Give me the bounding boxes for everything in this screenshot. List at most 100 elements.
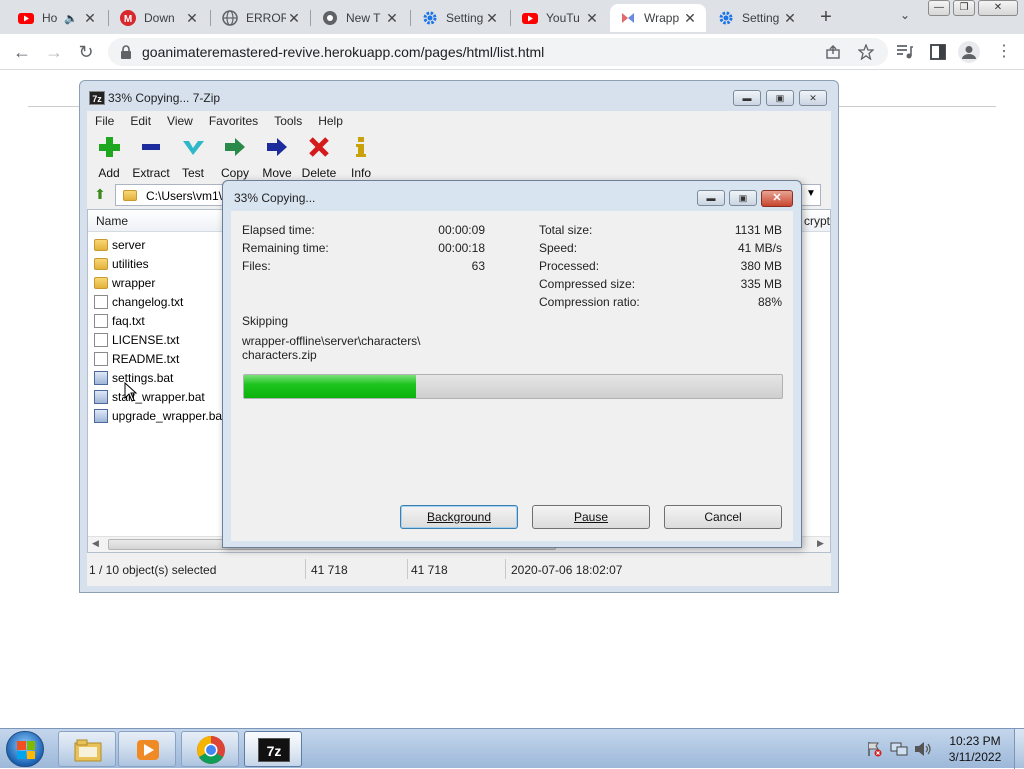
files-label: Files:	[242, 259, 271, 273]
close-icon[interactable]: ✕	[82, 10, 98, 27]
action-center-flag-icon[interactable]	[866, 741, 882, 757]
close-icon[interactable]: ✕	[584, 10, 600, 27]
browser-tab[interactable]: Setting ✕	[708, 4, 806, 32]
menu-view[interactable]: View	[159, 111, 201, 131]
profile-avatar-icon[interactable]	[958, 41, 980, 63]
browser-tab[interactable]: New T ✕	[312, 4, 408, 32]
file-name: faq.txt	[112, 313, 145, 328]
browser-tab[interactable]: Ho 🔈 ✕	[8, 4, 106, 32]
restore-button[interactable]: ❐	[953, 0, 975, 16]
files-value: 63	[471, 259, 485, 273]
dialog-close-button[interactable]: ✕	[761, 190, 793, 207]
copy-button[interactable]: Copy	[213, 135, 257, 180]
menu-edit[interactable]: Edit	[122, 111, 159, 131]
cancel-button[interactable]: Cancel	[664, 505, 782, 529]
side-panel-icon[interactable]	[930, 44, 946, 60]
copy-label: Copy	[220, 166, 249, 180]
processed-label: Processed:	[539, 259, 600, 273]
browser-tab[interactable]: M Down ✕	[110, 4, 208, 32]
extract-label: Extract	[132, 166, 170, 180]
list-item[interactable]: upgrade_wrapper.bat	[94, 406, 225, 425]
delete-button[interactable]: Delete	[297, 135, 341, 180]
new-tab-button[interactable]: +	[814, 6, 838, 30]
close-icon[interactable]: ✕	[184, 10, 200, 27]
close-icon[interactable]: ✕	[682, 10, 698, 27]
list-item[interactable]: README.txt	[94, 349, 179, 368]
browser-tab-strip: Ho 🔈 ✕ M Down ✕ ERROR ✕ New T ✕ Setting …	[0, 0, 1024, 34]
back-button[interactable]: ←	[10, 40, 34, 64]
browser-tab[interactable]: Setting ✕	[412, 4, 508, 32]
list-item[interactable]: faq.txt	[94, 311, 145, 330]
gear-icon	[719, 11, 733, 25]
show-desktop-button[interactable]	[1014, 729, 1024, 769]
menu-favorites[interactable]: Favorites	[201, 111, 266, 131]
dialog-minimize-button[interactable]: ▬	[697, 190, 725, 206]
list-item[interactable]: start_wrapper.bat	[94, 387, 205, 406]
svg-text:M: M	[124, 14, 132, 25]
taskbar-media-player-button[interactable]	[118, 731, 176, 767]
up-folder-icon[interactable]: ⬆	[91, 185, 109, 203]
browser-tab[interactable]: YouTu ✕	[512, 4, 608, 32]
copy-progress-dialog: 33% Copying... ▬ ▣ ✕ Elapsed time: 00:00…	[222, 180, 802, 548]
scroll-right-icon[interactable]: ▶	[817, 538, 824, 549]
tab-search-chevron-icon[interactable]: ⌄	[896, 8, 914, 26]
browser-tab[interactable]: ERROR ✕	[212, 4, 310, 32]
list-item[interactable]: LICENSE.txt	[94, 330, 179, 349]
pause-button[interactable]: Pause	[532, 505, 650, 529]
test-button[interactable]: Test	[171, 135, 215, 180]
background-button[interactable]: Background	[400, 505, 518, 529]
extract-button[interactable]: Extract	[129, 135, 173, 180]
close-window-button[interactable]: ✕	[978, 0, 1018, 16]
dialog-body: Elapsed time: 00:00:09 Remaining time: 0…	[231, 211, 793, 541]
share-icon[interactable]	[826, 45, 840, 59]
menu-tools[interactable]: Tools	[266, 111, 310, 131]
compressed-size-label: Compressed size:	[539, 277, 636, 291]
media-controls-icon[interactable]	[896, 44, 914, 60]
browser-tab-active[interactable]: Wrapp ✕	[610, 4, 706, 32]
zip-minimize-button[interactable]: ▬	[733, 90, 761, 106]
text-file-icon	[94, 313, 108, 328]
taskbar-chrome-button[interactable]	[181, 731, 239, 767]
list-item[interactable]: utilities	[94, 254, 149, 273]
dialog-maximize-button[interactable]: ▣	[729, 190, 757, 206]
forward-button[interactable]: →	[42, 40, 66, 64]
list-item[interactable]: wrapper	[94, 273, 155, 292]
address-bar[interactable]: goanimateremastered-revive.herokuapp.com…	[108, 38, 888, 66]
scroll-left-icon[interactable]: ◀	[92, 538, 99, 549]
remaining-time-label: Remaining time:	[242, 241, 329, 255]
file-name: README.txt	[112, 351, 180, 366]
close-icon[interactable]: ✕	[782, 10, 798, 27]
menu-help[interactable]: Help	[310, 111, 351, 131]
minimize-button[interactable]: —	[928, 0, 950, 16]
column-name[interactable]: Name	[96, 214, 128, 228]
network-icon[interactable]	[890, 741, 908, 757]
folder-icon	[123, 189, 137, 203]
zip-maximize-button[interactable]: ▣	[766, 90, 794, 106]
zip-close-button[interactable]: ✕	[799, 90, 827, 106]
taskbar-7zip-button[interactable]: 7z	[244, 731, 302, 767]
menu-file[interactable]: File	[87, 111, 122, 131]
copy-progress-bar	[243, 374, 783, 399]
close-icon[interactable]: ✕	[484, 10, 500, 27]
bookmark-star-icon[interactable]	[858, 44, 874, 60]
info-button[interactable]: Info	[339, 135, 383, 180]
start-button[interactable]	[6, 731, 44, 767]
zip-window-title: 33% Copying... 7-Zip	[108, 91, 221, 105]
file-name: upgrade_wrapper.bat	[112, 408, 226, 423]
list-item[interactable]: changelog.txt	[94, 292, 183, 311]
file-explorer-icon	[74, 739, 102, 762]
move-button[interactable]: Move	[255, 135, 299, 180]
column-crypt[interactable]: crypt	[804, 214, 830, 228]
taskbar-explorer-button[interactable]	[58, 731, 116, 767]
menu-kebab-icon[interactable]: ⋮	[992, 40, 1016, 64]
close-icon[interactable]: ✕	[384, 10, 400, 27]
dropdown-arrow-icon[interactable]: ▼	[806, 188, 816, 199]
close-icon[interactable]: ✕	[286, 10, 302, 27]
file-name: settings.bat	[112, 370, 174, 385]
list-item[interactable]: server	[94, 235, 145, 254]
add-button[interactable]: Add	[87, 135, 131, 180]
reload-button[interactable]: ↻	[74, 40, 98, 64]
taskbar-clock[interactable]: 10:23 PM 3/11/2022	[940, 733, 1010, 765]
volume-icon[interactable]	[914, 741, 932, 757]
current-file-name: characters.zip	[242, 348, 317, 362]
